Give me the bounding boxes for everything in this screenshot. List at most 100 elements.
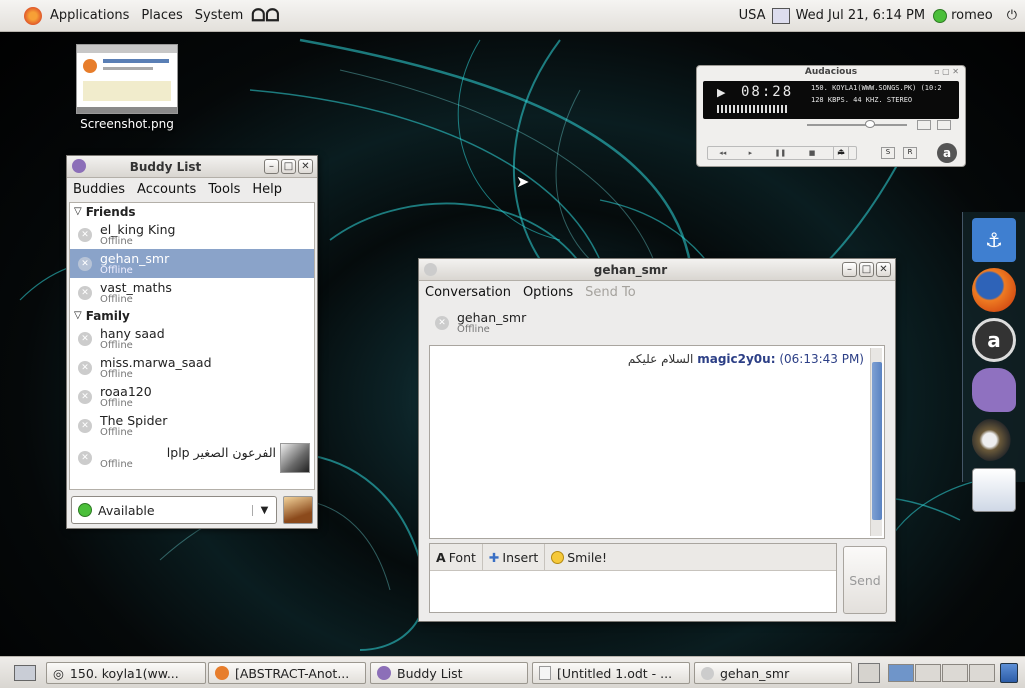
buddy-avatar (280, 443, 310, 473)
track-title: 150. KOYLA1(WWW.SONGS.PK) (10:2 (811, 84, 942, 92)
buddy-list-window: Buddy List – □ ✕ Buddies Accounts Tools … (66, 155, 318, 529)
firefox-icon[interactable] (972, 268, 1016, 312)
player-close-icon[interactable]: ▫ ▢ ✕ (934, 67, 959, 76)
clock[interactable]: Wed Jul 21, 6:14 PM (796, 8, 925, 23)
applications-menu-icon[interactable] (24, 6, 42, 25)
menu-buddies[interactable]: Buddies (73, 182, 125, 197)
workspace-3[interactable] (942, 664, 968, 682)
plus-icon: ✚ (488, 549, 500, 565)
group-family[interactable]: ▽ Family (70, 307, 314, 324)
smile-button[interactable]: Smile! (545, 544, 613, 571)
font-button[interactable]: A Font (430, 543, 483, 571)
pause-icon[interactable]: ❚❚ (775, 149, 787, 157)
maximize-button[interactable]: □ (281, 159, 296, 174)
anchor-icon[interactable]: ⚓ (972, 218, 1016, 262)
chat-buddy-status: Offline (457, 324, 490, 335)
pidgin-icon[interactable] (72, 159, 86, 173)
close-button[interactable]: ✕ (876, 262, 891, 277)
workspace-4[interactable] (969, 664, 995, 682)
audacious-dock-icon[interactable]: a (972, 318, 1016, 362)
buddy-status: Offline (100, 264, 133, 276)
menu-accounts[interactable]: Accounts (137, 182, 196, 197)
insert-button[interactable]: ✚ Insert (483, 543, 546, 571)
buddy-name: vast_maths (100, 279, 172, 295)
chat-buddy-name: gehan_smr (457, 310, 527, 325)
expander-icon[interactable]: ▽ (74, 310, 82, 321)
task-buddy-list[interactable]: Buddy List (370, 662, 528, 684)
maximize-button[interactable]: □ (859, 262, 874, 277)
compose-area[interactable]: A Font ✚ Insert Smile! (429, 543, 837, 613)
expander-icon[interactable]: ▽ (74, 206, 82, 217)
audacious-icon[interactable]: a (937, 143, 957, 163)
buddy-row[interactable]: ✕ miss.marwa_saad Offline (70, 353, 314, 382)
document-viewer-icon[interactable] (972, 468, 1016, 512)
pl-button[interactable] (937, 120, 951, 130)
trash-icon[interactable] (1000, 663, 1018, 683)
task-gehan-smr[interactable]: gehan_smr (694, 662, 852, 684)
previous-icon[interactable]: ◂◂ (719, 149, 726, 157)
buddy-row[interactable]: ✕ hany saad Offline (70, 324, 314, 353)
notification-icon[interactable] (858, 663, 880, 683)
buddy-row[interactable]: ✕ el_king King Offline (70, 220, 314, 249)
chat-title: gehan_smr (593, 262, 668, 277)
group-label: Family (85, 308, 130, 323)
system-menu[interactable]: System (189, 8, 249, 23)
menu-help[interactable]: Help (252, 182, 282, 197)
keyboard-layout[interactable]: USA (739, 8, 766, 23)
menu-options[interactable]: Options (523, 285, 573, 300)
minimize-button[interactable]: – (842, 262, 857, 277)
play-icon[interactable]: ▸ (749, 149, 753, 157)
chevron-down-icon[interactable]: ▼ (252, 504, 276, 516)
volume-slider[interactable] (865, 120, 875, 128)
buddy-row[interactable]: ✕ الفرعون الصغير lplp Offline (70, 440, 314, 476)
group-friends[interactable]: ▽ Friends (70, 203, 314, 220)
desktop-icon-screenshot[interactable]: Screenshot.png (72, 44, 182, 131)
play-status-icon: ▶ (717, 86, 726, 99)
power-icon[interactable]: ⏻ (1007, 8, 1017, 23)
task-openoffice[interactable]: [Untitled 1.odt - ... (532, 662, 690, 684)
chat-scrollbar[interactable] (870, 348, 882, 536)
close-button[interactable]: ✕ (298, 159, 313, 174)
task-audacious[interactable]: ◎ 150. koyla1(ww... (46, 662, 206, 684)
shuffle-button[interactable]: S (881, 147, 895, 159)
menu-send-to[interactable]: Send To (585, 285, 636, 300)
buddy-row[interactable]: ✕ roaa120 Offline (70, 382, 314, 411)
compiz-icon[interactable]: ᗝᗝ (251, 6, 279, 26)
buddy-row[interactable]: ✕ vast_maths Offline (70, 278, 314, 307)
eject-button[interactable]: ⏏ (833, 146, 849, 160)
menu-tools[interactable]: Tools (208, 182, 240, 197)
chat-log[interactable]: السلام عليكم magic2y0u: (06:13:43 PM) (429, 345, 885, 539)
network-icon[interactable] (771, 7, 790, 24)
firefox-task-icon (215, 666, 229, 680)
chat-titlebar[interactable]: gehan_smr – □ ✕ (419, 259, 895, 281)
audacious-player: Audacious ▫ ▢ ✕ ▶ 08:28 150. KOYLA1(WWW.… (696, 65, 966, 167)
track-info: 128 KBPS. 44 KHZ. STEREO (811, 96, 913, 104)
buddy-icon-avatar[interactable] (283, 496, 313, 524)
seek-slider[interactable] (807, 124, 907, 126)
workspace-1[interactable] (888, 664, 914, 682)
chat-menubar: Conversation Options Send To (419, 281, 895, 303)
pidgin-dock-icon[interactable] (972, 368, 1016, 412)
pidgin-task-icon (377, 666, 391, 680)
menu-conversation[interactable]: Conversation (425, 285, 511, 300)
buddy-row[interactable]: ✕ The Spider Offline (70, 411, 314, 440)
audacious-logo: Audacious (804, 67, 858, 77)
group-label: Friends (85, 204, 136, 219)
show-desktop-icon[interactable] (14, 665, 36, 681)
workspace-2[interactable] (915, 664, 941, 682)
stop-icon[interactable]: ■ (809, 149, 816, 157)
message-text: السلام عليكم (627, 352, 694, 366)
send-button[interactable]: Send (843, 546, 887, 614)
gimp-icon[interactable] (972, 418, 1016, 462)
applications-menu[interactable]: Applications (44, 8, 135, 23)
buddy-row-selected[interactable]: ✕ gehan_smr Offline (70, 249, 314, 278)
repeat-button[interactable]: R (903, 147, 917, 159)
eq-button[interactable] (917, 120, 931, 130)
buddy-tree: ▽ Friends ✕ el_king King Offline ✕ gehan_smr… (69, 202, 315, 490)
places-menu[interactable]: Places (135, 8, 188, 23)
task-firefox[interactable]: [ABSTRACT-Anot... (208, 662, 366, 684)
minimize-button[interactable]: – (264, 159, 279, 174)
buddy-list-titlebar[interactable]: Buddy List – □ ✕ (67, 156, 317, 178)
status-selector[interactable]: Available ▼ (71, 496, 277, 524)
user-menu[interactable]: romeo (951, 8, 993, 23)
